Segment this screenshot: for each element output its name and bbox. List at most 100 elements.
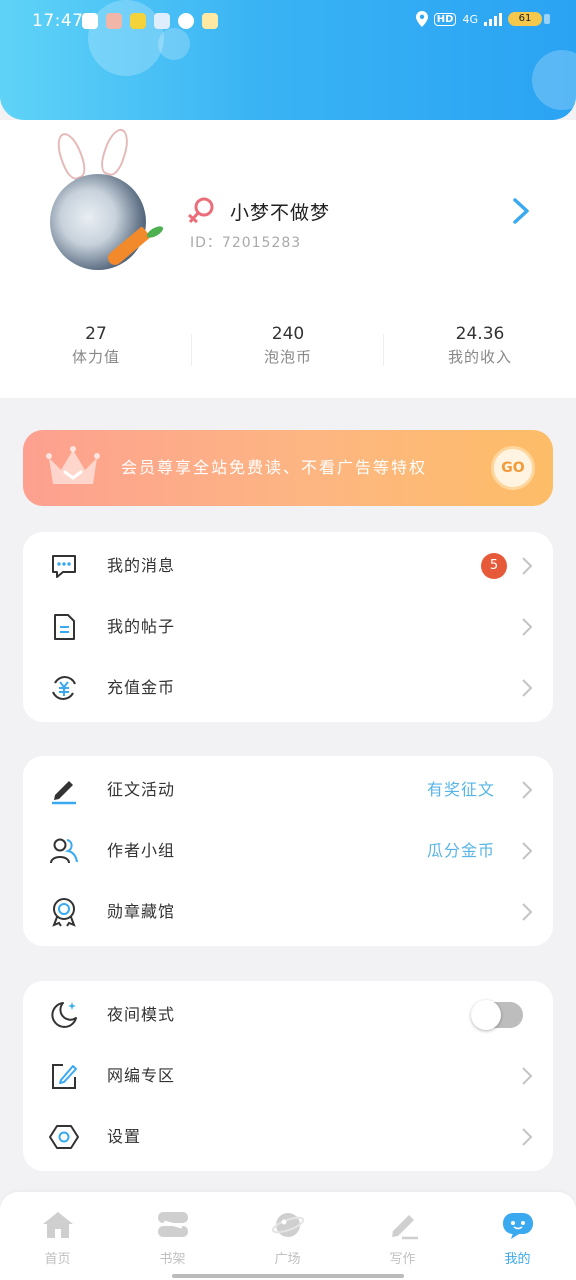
menu-label: 充值金币 [107, 678, 176, 697]
menu-item-recharge[interactable]: 充值金币 [23, 657, 553, 718]
menu-value: 瓜分金币 [426, 841, 495, 860]
status-right: HD 4G 61 [415, 11, 550, 27]
me-chat-icon [502, 1213, 533, 1239]
emoji-app-icon [202, 13, 218, 29]
mail-app-icon [82, 13, 98, 29]
menu-item-messages[interactable]: 我的消息 5 [23, 535, 553, 596]
bunny-ear-right [97, 125, 133, 179]
moon-icon [51, 1002, 77, 1028]
hd-indicator: HD [433, 12, 457, 26]
tab-label: 我的 [504, 1252, 531, 1267]
settings-icon [49, 1125, 79, 1149]
chevron-right-icon [522, 842, 533, 860]
location-icon [415, 11, 428, 27]
stat-bubble-coins[interactable]: 240 泡泡币 [192, 324, 384, 367]
username: 小梦不做梦 [230, 202, 331, 224]
vip-banner[interactable]: 会员尊享全站免费读、不看广告等特权 GO [23, 430, 553, 506]
avatar[interactable] [42, 125, 182, 292]
status-time: 17:47 [32, 11, 84, 31]
stat-label: 泡泡币 [263, 348, 312, 366]
news-app-icon [130, 13, 146, 29]
menu-card-activities: 征文活动 有奖征文 作者小组 瓜分金币 勋章藏馆 [23, 756, 553, 946]
menu-item-author-group[interactable]: 作者小组 瓜分金币 [23, 820, 553, 881]
tab-label: 书架 [159, 1252, 186, 1267]
stat-value: 24.36 [455, 324, 505, 344]
home-icon [42, 1212, 73, 1238]
crown-icon [46, 446, 100, 484]
menu-label: 作者小组 [107, 841, 176, 860]
tab-write[interactable]: 写作 [345, 1210, 460, 1267]
go-button[interactable]: GO [491, 446, 535, 490]
status-bar: 17:47 HD 4G 61 [0, 0, 576, 44]
menu-label: 征文活动 [107, 780, 176, 799]
chevron-right-icon [522, 679, 533, 697]
medal-icon [52, 898, 76, 927]
vip-text: 会员尊享全站免费读、不看广告等特权 [121, 458, 428, 477]
pen-icon [52, 781, 76, 805]
menu-label: 我的帖子 [107, 617, 176, 636]
chevron-right-icon [522, 1128, 533, 1146]
star-app-icon [154, 13, 170, 29]
users-icon [50, 838, 78, 864]
avatar-image [50, 174, 146, 270]
game-app-icon [106, 13, 122, 29]
profile-section[interactable]: 小梦不做梦 ID：72015283 27 体力值 240 泡泡币 24.36 我… [0, 120, 576, 398]
chevron-right-icon [522, 557, 533, 575]
stat-income[interactable]: 24.36 我的收入 [384, 324, 576, 367]
stats-row: 27 体力值 240 泡泡币 24.36 我的收入 [0, 324, 576, 376]
tab-label: 广场 [274, 1252, 301, 1267]
planet-icon [271, 1213, 304, 1237]
menu-item-posts[interactable]: 我的帖子 [23, 596, 553, 657]
battery-icon: 61 [508, 12, 550, 26]
menu-label: 设置 [107, 1127, 142, 1146]
message-icon [52, 555, 76, 578]
chat-app-icon [178, 13, 194, 29]
toggle-knob [471, 1000, 501, 1030]
chevron-right-icon [522, 1067, 533, 1085]
tab-bookshelf[interactable]: 书架 [115, 1210, 230, 1267]
tab-home[interactable]: 首页 [0, 1210, 115, 1267]
user-id: ID：72015283 [190, 235, 302, 251]
menu-label: 网编专区 [107, 1066, 176, 1085]
write-icon [391, 1215, 418, 1240]
menu-item-editor-zone[interactable]: 网编专区 [23, 1045, 553, 1106]
menu-item-settings[interactable]: 设置 [23, 1106, 553, 1167]
chevron-right-icon [522, 903, 533, 921]
tab-label: 首页 [44, 1252, 71, 1267]
female-icon [188, 197, 214, 224]
tab-plaza[interactable]: 广场 [230, 1210, 345, 1267]
tab-me[interactable]: 我的 [460, 1210, 575, 1267]
decor-bubble [532, 50, 576, 110]
stat-label: 体力值 [71, 348, 120, 366]
chevron-right-icon [522, 618, 533, 636]
network-type: 4G [462, 12, 478, 26]
bottom-tab-bar: 首页 书架 广场 写作 我的 [0, 1192, 576, 1280]
stat-label: 我的收入 [447, 348, 512, 366]
bunny-ear-left [52, 129, 90, 183]
menu-item-night-mode[interactable]: 夜间模式 [23, 984, 553, 1045]
menu-item-medal-hall[interactable]: 勋章藏馆 [23, 881, 553, 942]
bookshelf-icon [157, 1212, 188, 1237]
document-icon [54, 614, 75, 640]
unread-badge: 5 [481, 553, 507, 579]
coin-icon [52, 676, 76, 700]
stat-value: 240 [271, 324, 305, 344]
header-background: 17:47 HD 4G 61 [0, 0, 576, 120]
signal-icon [484, 12, 502, 26]
chevron-right-icon [522, 781, 533, 799]
tab-label: 写作 [389, 1252, 416, 1267]
menu-label: 我的消息 [107, 556, 176, 575]
stat-stamina[interactable]: 27 体力值 [0, 324, 192, 367]
menu-value: 有奖征文 [426, 780, 495, 799]
stat-value: 27 [85, 324, 107, 344]
home-indicator[interactable] [172, 1274, 404, 1278]
menu-card-settings: 夜间模式 网编专区 设置 [23, 981, 553, 1171]
menu-card-account: 我的消息 5 我的帖子 充值金币 [23, 532, 553, 722]
menu-label: 勋章藏馆 [107, 902, 176, 921]
profile-chevron-icon[interactable] [508, 196, 534, 226]
menu-item-essay-contest[interactable]: 征文活动 有奖征文 [23, 759, 553, 820]
carrot-leaf [145, 224, 165, 240]
edit-box-icon [52, 1064, 77, 1089]
menu-label: 夜间模式 [107, 1005, 176, 1024]
night-mode-toggle[interactable] [471, 1000, 523, 1030]
